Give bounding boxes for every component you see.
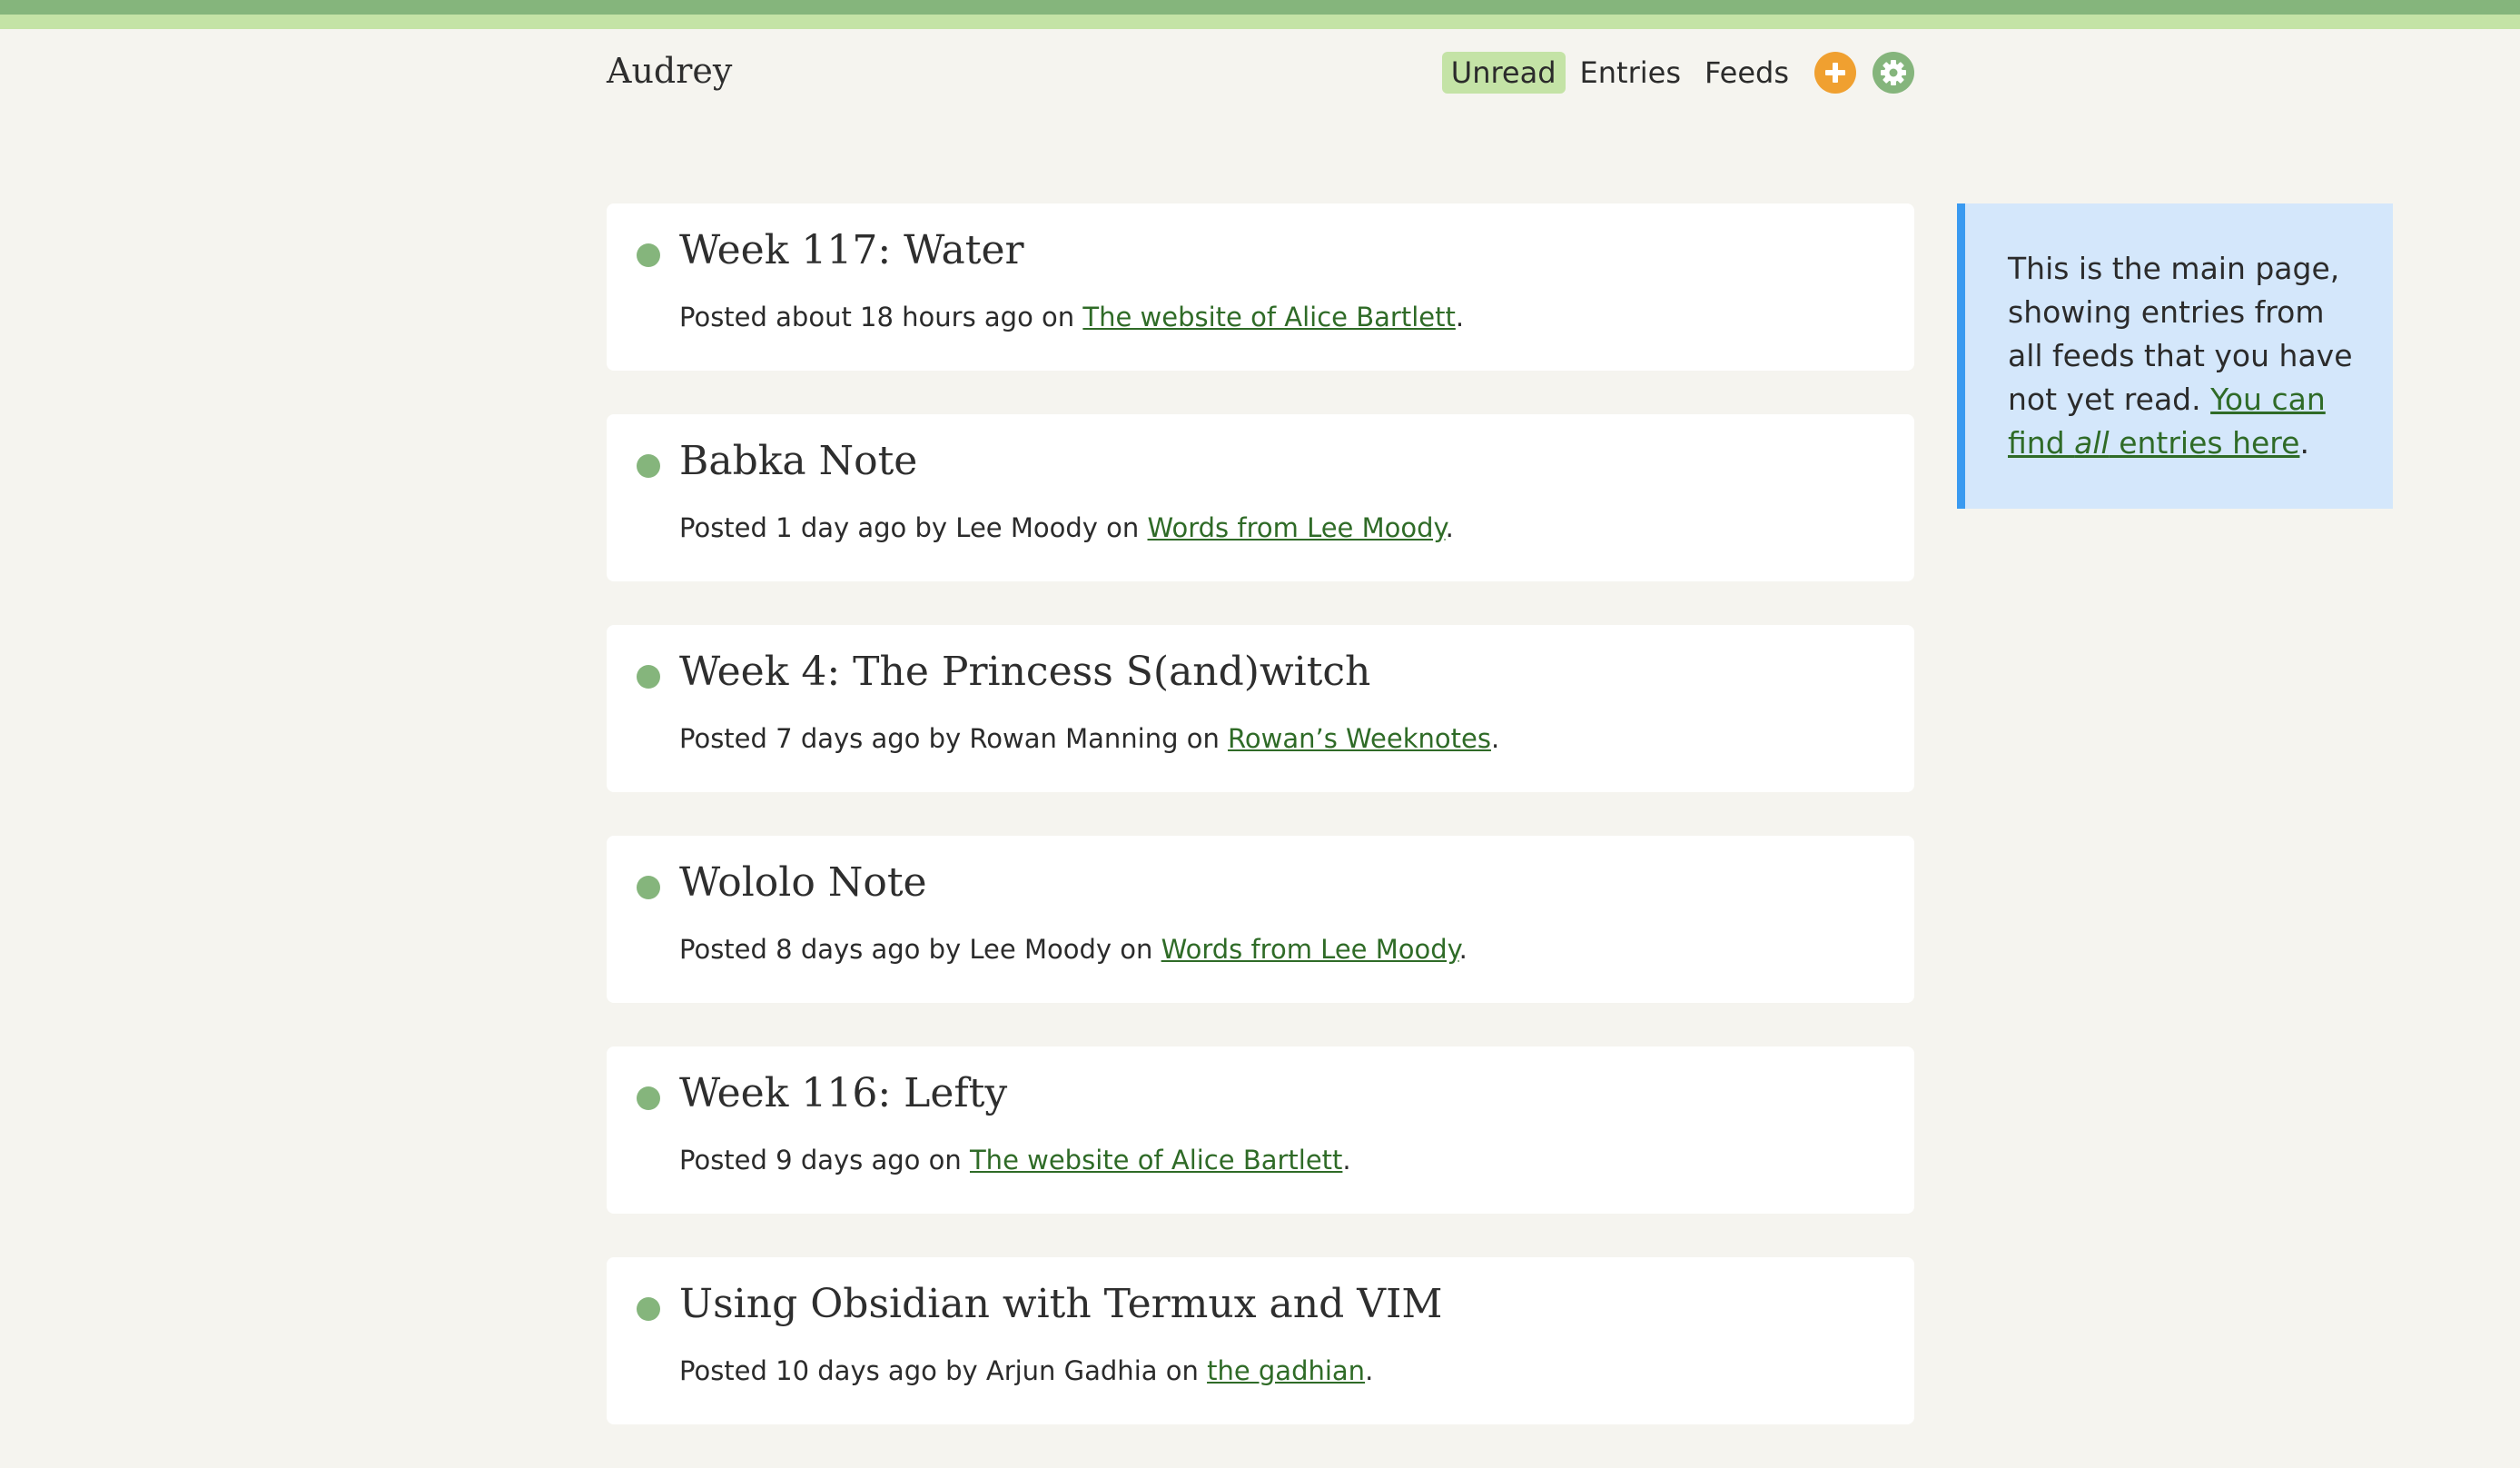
entry-meta: Posted 8 days ago by Lee Moody on Words … <box>679 934 1468 965</box>
add-feed-button[interactable] <box>1814 52 1856 94</box>
entry-meta: Posted about 18 hours ago on The website… <box>679 302 1464 332</box>
unread-dot-icon <box>637 454 660 478</box>
entry-meta-end: . <box>1342 1145 1351 1175</box>
all-entries-link-emphasis: all <box>2074 425 2110 461</box>
nav-feeds[interactable]: Feeds <box>1695 52 1798 94</box>
entry-meta-text: Posted 7 days ago by Rowan Manning on <box>679 723 1229 754</box>
entry-feed-link[interactable]: Words from Lee Moody <box>1161 934 1459 965</box>
unread-dot-icon <box>637 1086 660 1110</box>
entry-meta: Posted 7 days ago by Rowan Manning on Ro… <box>679 723 1499 754</box>
entry-feed-link[interactable]: The website of Alice Bartlett <box>1082 302 1455 332</box>
settings-button[interactable] <box>1873 52 1914 94</box>
entry-meta-end: . <box>1458 934 1468 965</box>
all-entries-link-text-end: entries here <box>2109 425 2300 461</box>
entry-feed-link[interactable]: Words from Lee Moody <box>1148 512 1446 543</box>
entry-meta-text: Posted 10 days ago by Arjun Gadhia on <box>679 1355 1208 1386</box>
entry-title[interactable]: Using Obsidian with Termux and VIM <box>679 1281 1442 1327</box>
nav-unread[interactable]: Unread <box>1441 52 1566 94</box>
entry-feed-link[interactable]: Rowan’s Weeknotes <box>1228 723 1491 754</box>
unread-dot-icon <box>637 243 660 267</box>
entry-feed-link[interactable]: The website of Alice Bartlett <box>970 1145 1342 1175</box>
site-header: Audrey Unread Entries Feeds <box>607 47 1914 98</box>
entry-list: Week 117: Water Posted about 18 hours ag… <box>607 203 1914 1468</box>
entry-meta-end: . <box>1455 302 1465 332</box>
entry-meta-end: . <box>1445 512 1454 543</box>
entry-meta-text: Posted 9 days ago on <box>679 1145 970 1175</box>
entry-title[interactable]: Wololo Note <box>679 859 927 906</box>
entry-title[interactable]: Week 117: Water <box>679 227 1024 273</box>
info-text-end: . <box>2299 425 2309 461</box>
entry-meta-end: . <box>1365 1355 1374 1386</box>
unread-dot-icon <box>637 1297 660 1321</box>
site-brand[interactable]: Audrey <box>607 51 732 91</box>
unread-dot-icon <box>637 665 660 689</box>
gear-icon <box>1881 60 1906 85</box>
nav-entries[interactable]: Entries <box>1571 52 1690 94</box>
entry-card[interactable]: Week 117: Water Posted about 18 hours ag… <box>607 203 1914 371</box>
top-accent-bar <box>0 0 2520 29</box>
entry-title[interactable]: Week 4: The Princess S(and)witch <box>679 649 1370 695</box>
entry-meta-text: Posted 8 days ago by Lee Moody on <box>679 934 1161 965</box>
main-nav: Unread Entries Feeds <box>1437 47 1914 98</box>
info-panel: This is the main page, showing entries f… <box>1957 203 2393 509</box>
top-accent-bar-dark <box>0 0 2520 15</box>
entry-meta-text: Posted about 18 hours ago on <box>679 302 1083 332</box>
entry-title[interactable]: Week 116: Lefty <box>679 1070 1007 1116</box>
entry-card[interactable]: Wololo Note Posted 8 days ago by Lee Moo… <box>607 836 1914 1003</box>
entry-meta: Posted 1 day ago by Lee Moody on Words f… <box>679 512 1454 543</box>
entry-meta: Posted 10 days ago by Arjun Gadhia on th… <box>679 1355 1373 1386</box>
entry-card[interactable]: Week 116: Lefty Posted 9 days ago on The… <box>607 1046 1914 1214</box>
entry-meta-text: Posted 1 day ago by Lee Moody on <box>679 512 1148 543</box>
entry-feed-link[interactable]: the gadhian <box>1207 1355 1365 1386</box>
entry-card[interactable]: Using Obsidian with Termux and VIM Poste… <box>607 1257 1914 1424</box>
unread-dot-icon <box>637 876 660 899</box>
entry-card[interactable]: Week 4: The Princess S(and)witch Posted … <box>607 625 1914 792</box>
entry-meta: Posted 9 days ago on The website of Alic… <box>679 1145 1351 1175</box>
entry-title[interactable]: Babka Note <box>679 438 917 484</box>
entry-meta-end: . <box>1490 723 1500 754</box>
entry-card[interactable]: Babka Note Posted 1 day ago by Lee Moody… <box>607 414 1914 581</box>
plus-icon <box>1825 63 1845 83</box>
